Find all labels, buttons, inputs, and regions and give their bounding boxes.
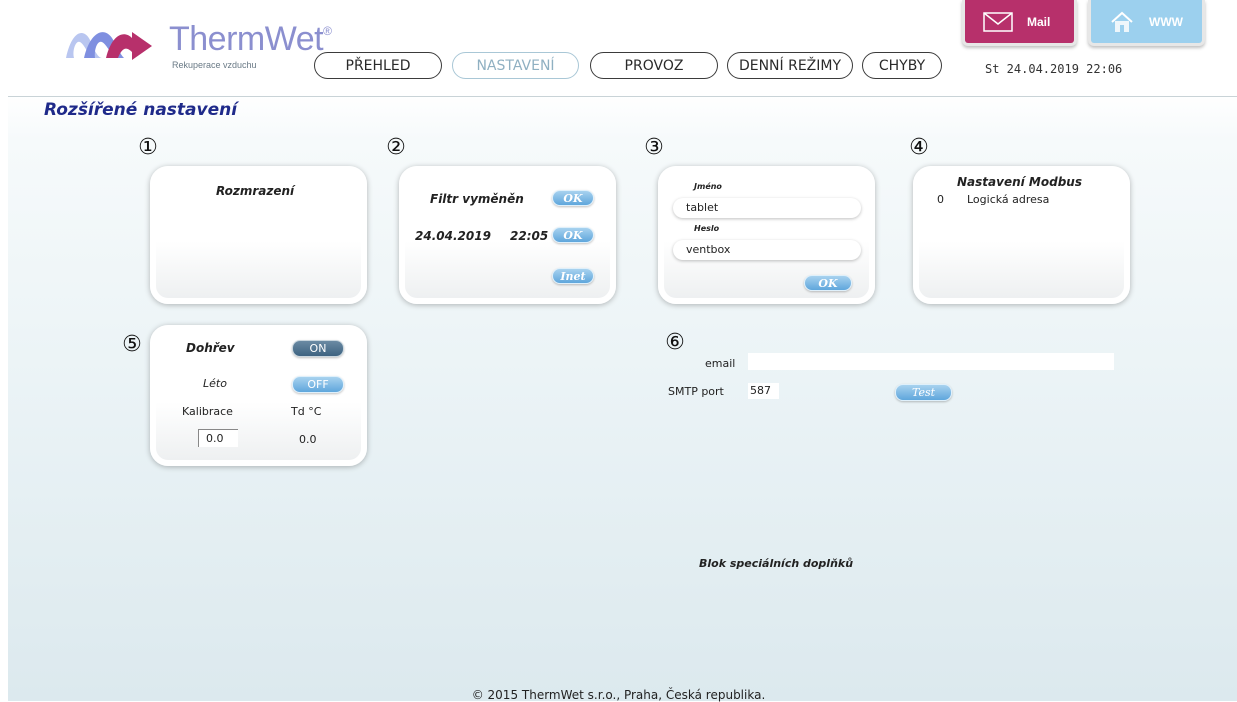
logo-mark-icon — [66, 32, 152, 60]
nav-chyby[interactable]: CHYBY — [862, 52, 942, 79]
www-button[interactable]: WWW — [1088, 0, 1205, 46]
current-datetime: St 24.04.2019 22:06 — [985, 62, 1123, 76]
heating-panel: Dohřev ON Léto OFF Kalibrace Td °C 0.0 0… — [150, 325, 367, 466]
section-number-6: ⑥ — [665, 330, 685, 355]
test-button[interactable]: Test — [895, 384, 952, 401]
brand-registered-mark: ® — [323, 24, 332, 38]
nav-prehled[interactable]: PŘEHLED — [314, 52, 442, 79]
filter-replaced-label: Filtr vyměněn — [430, 192, 524, 206]
thermwet-logo[interactable]: ThermWet® Rekuperace vzduchu — [62, 20, 332, 80]
brand-name: ThermWet — [169, 20, 324, 58]
td-label: Td °C — [291, 405, 322, 418]
calibration-label: Kalibrace — [182, 405, 233, 418]
heating-toggle[interactable]: ON — [292, 340, 344, 357]
page-title: Rozšířené nastavení — [44, 100, 238, 120]
defrost-title: Rozmrazení — [216, 184, 295, 198]
inet-button[interactable]: Inet — [552, 268, 594, 284]
modbus-title: Nastavení Modbus — [957, 175, 1082, 189]
email-label: email — [705, 357, 736, 370]
footer-copyright: © 2015 ThermWet s.r.o., Praha, Česká rep… — [471, 688, 766, 702]
login-ok-button[interactable]: OK — [804, 275, 852, 291]
section-number-4: ④ — [909, 135, 929, 160]
password-input[interactable]: ventbox — [673, 240, 861, 260]
modbus-panel: Nastavení Modbus 0 Logická adresa — [913, 166, 1130, 304]
section-number-1: ① — [138, 135, 158, 160]
smtp-port-label: SMTP port — [668, 385, 724, 398]
brand-subtitle: Rekuperace vzduchu — [172, 60, 257, 70]
td-value: 0.0 — [299, 433, 317, 446]
www-label: WWW — [1149, 14, 1183, 29]
filter-date: 24.04.2019 — [415, 229, 491, 243]
nav-nastaveni[interactable]: NASTAVENÍ — [452, 52, 579, 79]
modbus-address-label: Logická adresa — [967, 193, 1050, 206]
login-panel: Jméno tablet Heslo ventbox OK — [658, 166, 875, 304]
nav-denni-rezimy[interactable]: DENNÍ REŽIMY — [727, 52, 853, 79]
filter-panel: Filtr vyměněn OK 24.04.2019 22:05 OK Ine… — [399, 166, 616, 304]
filter-date-ok-button[interactable]: OK — [552, 227, 594, 243]
nav-provoz[interactable]: PROVOZ — [590, 52, 718, 79]
section-number-2: ② — [386, 135, 406, 160]
mail-label: Mail — [1027, 14, 1051, 29]
mail-button[interactable]: Mail — [962, 0, 1077, 46]
filter-ok-button[interactable]: OK — [552, 190, 594, 206]
calibration-input[interactable]: 0.0 — [198, 429, 238, 447]
house-icon — [1111, 11, 1133, 32]
password-label: Heslo — [694, 224, 720, 233]
heating-label: Dohřev — [186, 341, 235, 355]
modbus-address-value[interactable]: 0 — [937, 193, 944, 206]
envelope-icon — [983, 11, 1013, 32]
filter-time: 22:05 — [510, 229, 549, 243]
smtp-port-input[interactable]: 587 — [748, 383, 779, 399]
summer-toggle[interactable]: OFF — [292, 376, 344, 393]
name-label: Jméno — [694, 182, 722, 191]
special-addons-label: Blok speciálních doplňků — [699, 557, 854, 570]
name-input[interactable]: tablet — [673, 198, 861, 218]
email-input[interactable] — [748, 353, 1114, 370]
section-number-5: ⑤ — [122, 332, 142, 357]
defrost-panel: Rozmrazení — [150, 166, 367, 304]
section-number-3: ③ — [644, 135, 664, 160]
summer-label: Léto — [203, 377, 227, 390]
